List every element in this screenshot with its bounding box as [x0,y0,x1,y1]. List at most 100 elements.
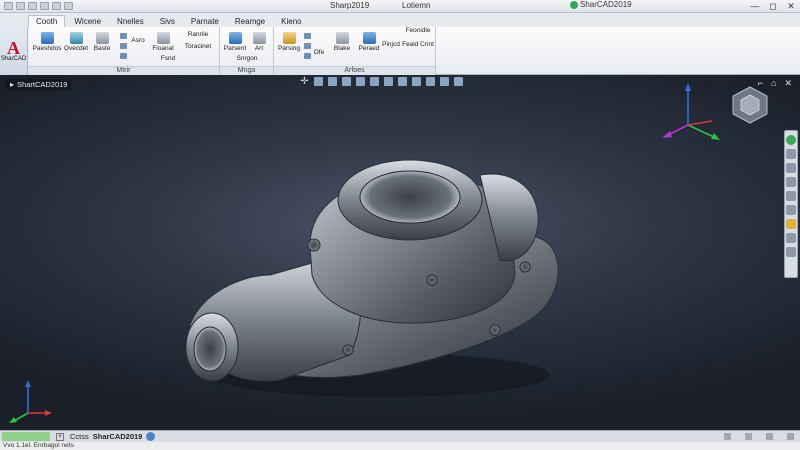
scale-icon[interactable] [120,53,127,59]
close-button[interactable]: ✕ [786,1,796,12]
ortho-toggle-icon[interactable] [766,433,773,440]
render-icon[interactable] [398,76,407,86]
new-file-icon[interactable] [4,2,13,10]
open-file-icon[interactable] [16,2,25,10]
viewport-close-button[interactable]: ✕ [784,78,792,89]
viewport-home-button[interactable]: ⌂ [771,78,776,89]
maximize-button[interactable]: ◻ [768,1,778,12]
customize-icon[interactable] [787,433,794,440]
ribbon-panel-layers: Parsent Art Snrgon Mnga [220,27,274,75]
match-icon[interactable] [304,33,311,39]
model-tab[interactable]: Cctss [70,432,89,441]
viewport-label[interactable]: ▸ ShartCAD2019 [6,79,72,90]
settings-icon[interactable] [454,76,463,86]
offset-icon [69,32,83,44]
print-icon[interactable] [64,2,73,10]
tool-parsing[interactable]: Parsing [276,32,302,52]
pan-tool-icon[interactable] [786,149,796,159]
tab-insert[interactable]: Wicene [67,16,108,27]
tool-array[interactable]: Asro [128,37,148,44]
orbit-icon[interactable] [328,76,337,86]
zoom-extents-icon[interactable] [786,163,796,173]
tool-label: Paeshdos [32,45,62,52]
wireframe-icon[interactable] [356,76,365,86]
viewport-menu-icon: ▸ [10,80,15,89]
layout-tab[interactable]: SharCAD2019 [93,432,143,441]
linetype-icon[interactable] [304,53,311,59]
ucs-icon [9,380,52,423]
tool-present[interactable]: Parsent [222,32,248,52]
tab-output[interactable]: Kieno [274,16,308,27]
quick-access-toolbar [0,2,73,10]
app-title: Sharp2019 [330,1,370,10]
command-line[interactable] [2,432,50,441]
tool-label: Floanal [152,45,174,52]
move-icon[interactable] [120,33,127,39]
art-icon [252,32,266,44]
tool-label: Pinjcd [382,41,400,48]
snap-toggle-icon[interactable] [745,433,752,440]
tool-label: Snrgon [236,55,258,62]
application-menu-button[interactable]: A SharCAD [0,27,28,75]
tool-label: Parsing [277,45,301,52]
orbit-tool-icon[interactable] [786,177,796,187]
ribbon-tabs: Cooth Wicene Nnelles Sivs Parnate Reamge… [0,13,800,27]
ribbon-panel-properties: Parsing Ofe Blake Peraed Pinjcd Feonidle… [274,27,436,75]
tool-sample[interactable]: Snrgon [230,55,264,62]
tool-pin[interactable]: Pinjcd [382,41,400,48]
tool-trim[interactable]: Toracinet [178,43,218,50]
close-tab-icon[interactable]: × [56,432,64,441]
nav-settings-icon[interactable] [786,247,796,257]
tool-label: Peraed [358,45,380,52]
tool-paste[interactable]: Baste [91,32,113,52]
section-icon[interactable] [384,76,393,86]
color-icon[interactable] [304,43,311,49]
cloud-status[interactable]: SharCAD2019 [570,0,632,9]
tool-label: Fsnd [160,55,176,62]
rotate-icon[interactable] [120,43,127,49]
tool-find[interactable]: Fsnd [158,55,178,62]
fly-icon[interactable] [786,233,796,243]
minimize-button[interactable]: — [750,1,760,12]
tool-period[interactable]: Peraed [356,32,382,52]
tab-manage[interactable]: Reamge [228,16,272,27]
undo-icon[interactable] [40,2,49,10]
present-icon [228,32,242,44]
tool-rectangle[interactable]: Ranrile [178,31,218,38]
panel-title[interactable]: Mnga [220,66,273,75]
tool-polyline[interactable]: Paeshdos [32,32,62,52]
tool-art[interactable]: Art [248,32,270,52]
showmotion-icon[interactable] [786,191,796,201]
tool-label: Baste [93,45,111,52]
walk-icon[interactable] [786,205,796,215]
tool-field-print[interactable]: Feald Crint [400,41,436,48]
camera-icon[interactable] [426,76,435,86]
tab-annotate[interactable]: Nnelles [110,16,151,27]
redo-icon[interactable] [52,2,61,10]
look-icon[interactable] [786,219,796,229]
panel-title[interactable]: Mtrir [28,66,219,75]
shaded-icon[interactable] [370,76,379,86]
lighting-icon[interactable] [412,76,421,86]
tool-block[interactable]: Blake [330,32,354,52]
tool-fillet[interactable]: Floanal [150,32,176,52]
ribbon: A SharCAD Paeshdos Ovecdet Baste Asro Fl… [0,27,800,75]
grid-toggle-icon[interactable] [724,433,731,440]
3d-model-part[interactable] [170,125,590,415]
visual-style-icon[interactable] [342,76,351,86]
steering-wheel-icon[interactable] [786,135,796,145]
tab-home[interactable]: Cooth [28,15,66,27]
panel-title[interactable]: Arfoes [274,66,435,75]
tab-parametric[interactable]: Parnate [184,16,226,27]
drawing-viewport[interactable]: ▸ ShartCAD2019 ✛ ⌐ ⌂ ✕ [0,75,800,430]
tool-offset[interactable]: Ovecdet [63,32,89,52]
pan-icon[interactable]: ✛ [300,76,309,86]
save-icon[interactable] [28,2,37,10]
viewcube[interactable] [730,85,770,125]
zoom-icon[interactable] [314,76,323,86]
globe-icon[interactable] [146,432,156,441]
tab-view[interactable]: Sivs [153,16,182,27]
measure-icon[interactable] [440,76,449,86]
tool-ofe[interactable]: Ofe [312,49,326,56]
tool-feonidle[interactable]: Feonidle [400,27,436,34]
